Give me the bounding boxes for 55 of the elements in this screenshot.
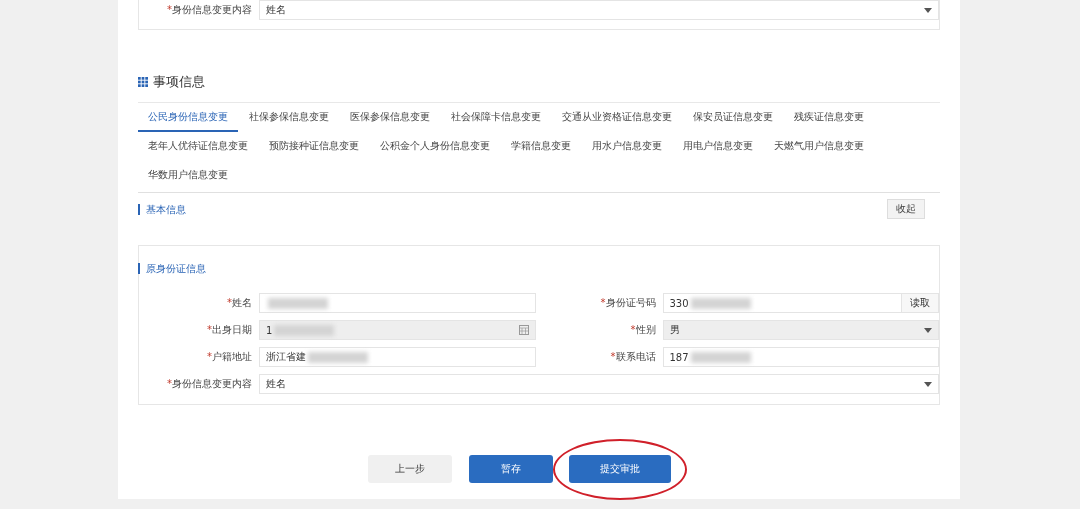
tab[interactable]: 用电户信息变更 <box>673 132 763 161</box>
required-mark: * <box>167 378 172 389</box>
tab[interactable]: 预防接种证信息变更 <box>259 132 369 161</box>
back-button[interactable]: 上一步 <box>367 455 452 483</box>
required-mark: * <box>600 297 606 308</box>
redaction-mark <box>274 324 335 336</box>
tab[interactable]: 医保参保信息变更 <box>340 103 440 132</box>
field-label: *出身日期 <box>206 323 252 337</box>
panel-title: 原身份证信息 <box>138 263 939 274</box>
input-field[interactable] <box>259 293 536 313</box>
field-label: *身份信息变更内容 <box>166 3 252 17</box>
primary-button[interactable]: 提交审批 <box>569 454 671 483</box>
required-mark: * <box>227 297 232 308</box>
tab[interactable]: 交通从业资格证信息变更 <box>552 103 682 132</box>
required-mark: * <box>207 324 212 335</box>
input-field[interactable]: 浙江省建 <box>259 347 536 367</box>
redaction-mark <box>268 297 328 309</box>
tab[interactable]: 公积金个人身份信息变更 <box>370 132 500 161</box>
tab[interactable]: 老年人优待证信息变更 <box>138 132 258 161</box>
calendar-icon <box>518 325 529 335</box>
select-field[interactable]: 姓名 <box>259 0 939 20</box>
tab[interactable]: 公民身份信息变更 <box>138 103 238 132</box>
field-label: *姓名 <box>226 296 252 310</box>
collapse-button[interactable]: 收起 <box>887 199 925 219</box>
tab[interactable]: 华数用户信息变更 <box>138 161 238 190</box>
field-label: *性别 <box>629 323 656 337</box>
redaction-mark <box>690 297 751 309</box>
redaction-mark <box>308 351 368 363</box>
input-field[interactable]: 187 <box>662 347 939 367</box>
caret-icon <box>924 327 932 333</box>
tab[interactable]: 保安员证信息变更 <box>683 103 783 132</box>
select-field[interactable]: 姓名 <box>259 374 939 394</box>
tab[interactable]: 用水户信息变更 <box>582 132 672 161</box>
required-mark: * <box>610 351 616 362</box>
tab[interactable]: 残疾证信息变更 <box>784 103 874 132</box>
field-label: *身份信息变更内容 <box>166 377 252 391</box>
read-button[interactable]: 读取 <box>901 294 938 312</box>
subsection-title: 基本信息 <box>138 203 186 215</box>
tab[interactable]: 社会保障卡信息变更 <box>441 103 551 132</box>
required-mark: * <box>167 4 172 15</box>
caret-icon <box>924 7 932 13</box>
section-title: 事项信息 <box>153 73 205 91</box>
input-field[interactable]: 330 读取 <box>662 293 939 313</box>
caret-icon <box>924 381 932 387</box>
field-label: *户籍地址 <box>206 350 252 364</box>
tab[interactable]: 社保参保信息变更 <box>239 103 339 132</box>
redaction-mark <box>690 351 751 363</box>
grid-icon <box>138 77 148 87</box>
primary-button[interactable]: 暂存 <box>468 455 553 483</box>
required-mark: * <box>630 324 636 335</box>
tab[interactable]: 学籍信息变更 <box>501 132 581 161</box>
field-label: *身份证号码 <box>599 296 656 310</box>
field-label: *联系电话 <box>609 350 656 364</box>
required-mark: * <box>207 351 212 362</box>
tab[interactable]: 天燃气用户信息变更 <box>764 132 874 161</box>
